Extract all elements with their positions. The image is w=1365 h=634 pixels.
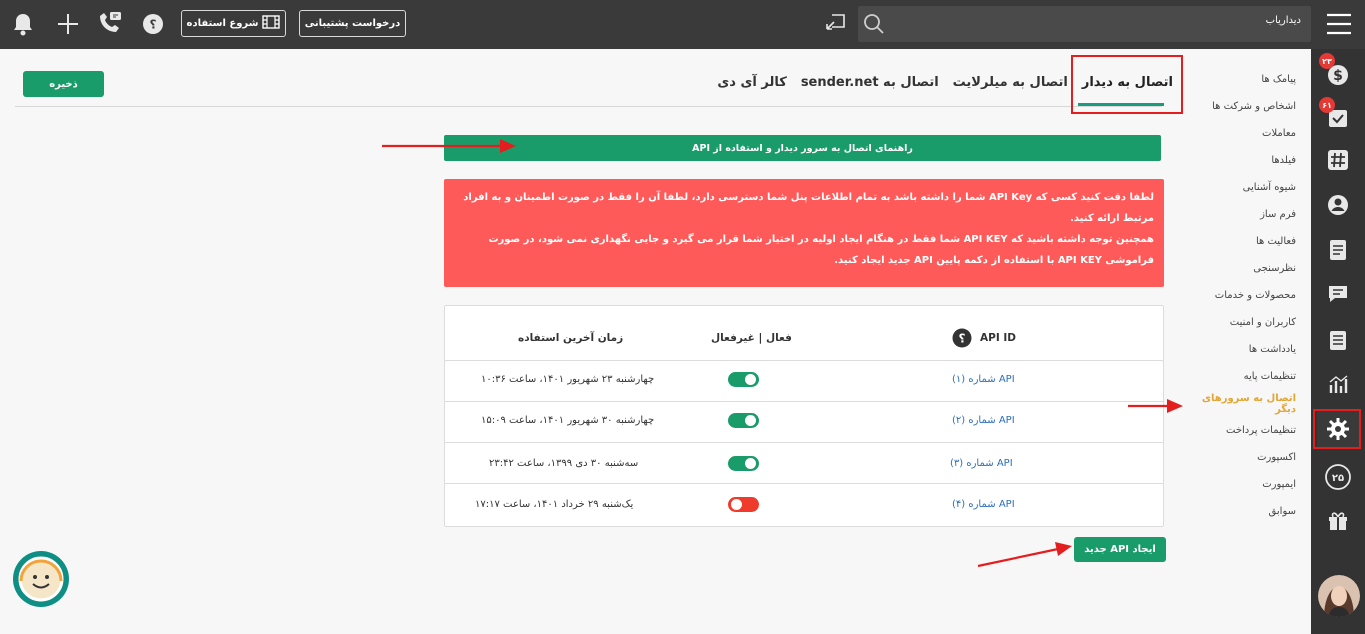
api-help-icon[interactable]: ؟ <box>952 328 972 351</box>
sms-badge: ۲۳ <box>1319 53 1335 69</box>
menu-item-export[interactable]: اکسپورت <box>1180 444 1298 471</box>
support-request-button[interactable]: درخواست پشتیبانی <box>299 10 406 37</box>
film-icon <box>262 15 281 32</box>
bell-icon[interactable] <box>12 12 34 36</box>
start-using-button[interactable]: شروع استفاده <box>181 10 286 37</box>
menu-item-activities[interactable]: فعالیت ها <box>1180 228 1298 255</box>
api-name-link[interactable]: API شماره (۱) <box>952 374 1015 385</box>
support-request-label: درخواست پشتیبانی <box>304 18 401 29</box>
warning-line-1: لطفا دقت کنید کسی که API Key شما را داشت… <box>463 192 1154 224</box>
menu-item-history[interactable]: سوابق <box>1180 498 1298 525</box>
days-remaining-icon[interactable]: ۲۵ <box>1317 457 1359 497</box>
table-row: API شماره (۱) چهارشنبه ۲۳ شهریور ۱۴۰۱، س… <box>445 361 1163 402</box>
svg-text:؟: ؟ <box>959 332 966 346</box>
days-remaining-label: ۲۵ <box>1332 473 1344 484</box>
api-status-toggle[interactable] <box>728 413 759 428</box>
menu-item-form-builder[interactable]: فرم ساز <box>1180 201 1298 228</box>
tasks-badge: ۶۱ <box>1319 97 1335 113</box>
screen-share-icon[interactable] <box>824 11 848 35</box>
settings-menu: پیامک ها اشخاص و شرکت ها معاملات فیلدها … <box>1180 66 1298 525</box>
toggle-knob <box>745 415 756 426</box>
api-name-link[interactable]: API شماره (۲) <box>952 415 1015 426</box>
search-text: دیداریاب <box>1265 15 1301 26</box>
menu-item-base-settings[interactable]: تنظیمات پایه <box>1180 363 1298 390</box>
api-table: API ID ؟ فعال | غیرفعال زمان آخرین استفا… <box>444 305 1164 527</box>
chat-icon[interactable] <box>1317 274 1359 314</box>
start-using-label: شروع استفاده <box>186 18 259 29</box>
arrow-menu-annotation <box>1128 399 1183 413</box>
last-used-time: سه‌شنبه ۳۰ دی ۱۳۹۹، ساعت ۲۳:۴۲ <box>489 458 639 469</box>
arrow-guide-annotation <box>382 139 516 153</box>
hash-icon[interactable] <box>1317 140 1359 180</box>
hamburger-menu-icon[interactable] <box>1326 12 1352 36</box>
tab-sender-net[interactable]: اتصال به sender.net <box>794 75 946 90</box>
tab-mailerlite[interactable]: اتصال به میلرلایت <box>946 75 1075 90</box>
help-icon[interactable]: ؟ <box>142 13 164 35</box>
gift-icon[interactable] <box>1317 500 1359 540</box>
api-status-toggle[interactable] <box>728 497 759 512</box>
last-used-time: چهارشنبه ۲۳ شهریور ۱۴۰۱، ساعت ۱۰:۳۶ <box>481 374 655 385</box>
new-api-button[interactable]: ایجاد API جدید <box>1074 537 1166 562</box>
header-status: فعال | غیرفعال <box>711 332 792 344</box>
api-status-toggle[interactable] <box>728 456 759 471</box>
table-row: API شماره (۴) یک‌شنبه ۲۹ خرداد ۱۴۰۱، ساع… <box>445 484 1163 525</box>
menu-item-users-security[interactable]: کاربران و امنیت <box>1180 309 1298 336</box>
menu-item-notes[interactable]: یادداشت ها <box>1180 336 1298 363</box>
last-used-time: چهارشنبه ۳۰ شهریور ۱۴۰۱، ساعت ۱۵:۰۹ <box>481 415 655 426</box>
menu-item-import[interactable]: ایمپورت <box>1180 471 1298 498</box>
menu-item-fields[interactable]: فیلدها <box>1180 147 1298 174</box>
tab-annotation-box <box>1071 55 1183 114</box>
last-used-time: یک‌شنبه ۲۹ خرداد ۱۴۰۱، ساعت ۱۷:۱۷ <box>475 499 634 510</box>
table-header: API ID ؟ فعال | غیرفعال زمان آخرین استفا… <box>445 306 1163 361</box>
search-icon[interactable] <box>862 12 886 36</box>
header-api-id: API ID <box>980 332 1017 344</box>
menu-item-contacts[interactable]: اشخاص و شرکت ها <box>1180 93 1298 120</box>
search-input[interactable]: دیداریاب <box>858 6 1311 42</box>
avatar[interactable] <box>1318 575 1360 617</box>
toggle-knob <box>745 458 756 469</box>
support-chat-bot[interactable] <box>13 551 69 607</box>
user-icon[interactable] <box>1317 185 1359 225</box>
arrow-new-api-annotation <box>977 542 1072 568</box>
toggle-knob <box>745 374 756 385</box>
header-last-used: زمان آخرین استفاده <box>518 332 624 344</box>
api-guide-button[interactable]: راهنمای اتصال به سرور دیدار و استفاده از… <box>444 135 1161 161</box>
report-chart-icon[interactable] <box>1317 364 1359 404</box>
menu-item-survey[interactable]: نظرسنجی <box>1180 255 1298 282</box>
api-status-toggle[interactable] <box>728 372 759 387</box>
menu-item-products[interactable]: محصولات و خدمات <box>1180 282 1298 309</box>
table-row: API شماره (۲) چهارشنبه ۳۰ شهریور ۱۴۰۱، س… <box>445 402 1163 443</box>
tabs-divider <box>15 106 1162 107</box>
warning-line-2: همچنین توجه داشته باشید که API KEY شما ف… <box>488 234 1154 266</box>
menu-item-sms[interactable]: پیامک ها <box>1180 66 1298 93</box>
api-name-link[interactable]: API شماره (۳) <box>950 458 1013 469</box>
svg-text:؟: ؟ <box>150 18 157 32</box>
document-icon[interactable] <box>1317 230 1359 270</box>
menu-item-deals[interactable]: معاملات <box>1180 120 1298 147</box>
api-name-link[interactable]: API شماره (۴) <box>952 499 1015 510</box>
svg-text:$: $ <box>1333 68 1343 84</box>
tab-caller-id[interactable]: کالر آی دی <box>710 75 793 90</box>
save-button[interactable]: ذخیره <box>23 71 104 97</box>
clipboard-icon[interactable] <box>1317 320 1359 360</box>
api-key-warning: لطفا دقت کنید کسی که API Key شما را داشت… <box>444 179 1164 287</box>
table-row: API شماره (۳) سه‌شنبه ۳۰ دی ۱۳۹۹، ساعت ۲… <box>445 443 1163 484</box>
plus-icon[interactable] <box>56 12 80 36</box>
menu-item-payment-settings[interactable]: تنظیمات پرداخت <box>1180 417 1298 444</box>
menu-item-acquaintance[interactable]: شیوه آشنایی <box>1180 174 1298 201</box>
phone-icon[interactable] <box>96 10 124 36</box>
toggle-knob <box>731 499 742 510</box>
settings-annotation-box <box>1313 409 1361 449</box>
menu-item-other-servers[interactable]: اتصال به سرورهای دیگر <box>1180 390 1298 417</box>
